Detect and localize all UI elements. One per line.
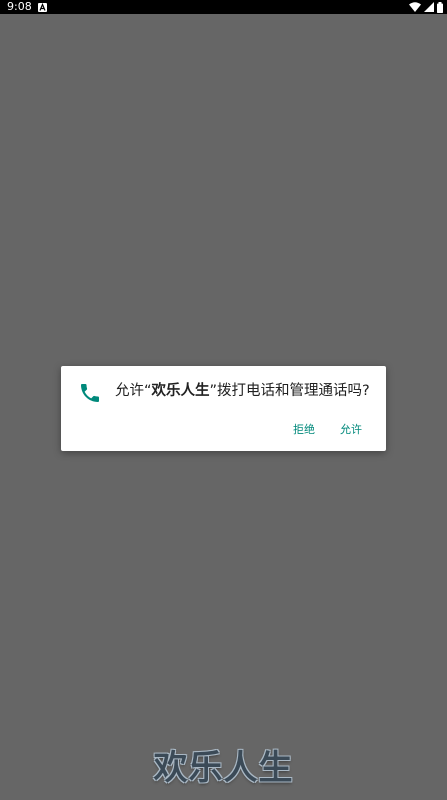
wifi-icon — [409, 2, 421, 12]
dialog-message: 允许“欢乐人生”拨打电话和管理通话吗? — [115, 381, 381, 401]
app-name: 欢乐人生 — [151, 383, 210, 399]
status-icons — [409, 1, 443, 13]
deny-button[interactable]: 拒绝 — [293, 421, 315, 439]
permission-dialog: 允许“欢乐人生”拨打电话和管理通话吗? 拒绝 允许 — [61, 366, 386, 451]
battery-icon — [437, 1, 443, 13]
status-bar: 9:08 — [0, 0, 447, 14]
allow-button[interactable]: 允许 — [340, 421, 362, 439]
message-prefix: 允许“ — [115, 383, 152, 399]
notification-a-icon — [38, 3, 47, 12]
status-time: 9:08 — [7, 0, 32, 13]
phone-icon — [81, 384, 99, 402]
background-app-logo: 欢乐人生 — [153, 748, 294, 788]
message-suffix: ”拨打电话和管理通话吗? — [209, 383, 370, 399]
signal-icon — [424, 2, 434, 12]
